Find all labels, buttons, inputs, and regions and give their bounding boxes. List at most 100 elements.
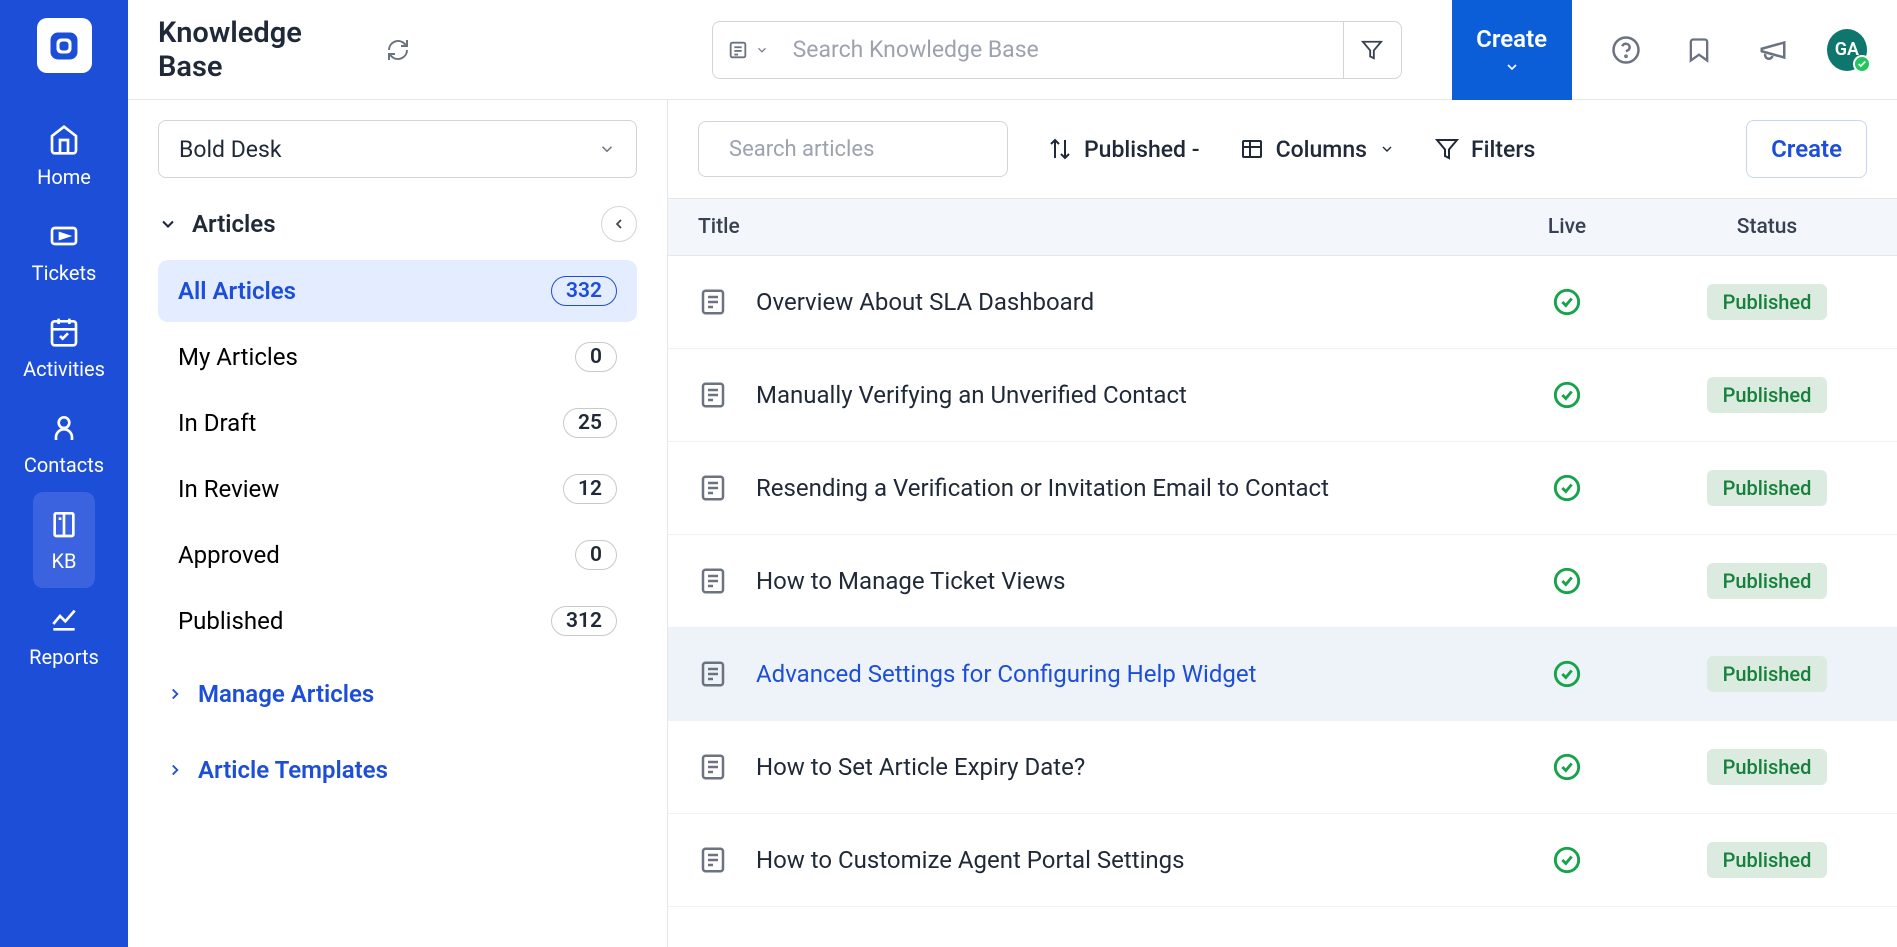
brand-selector[interactable]: Bold Desk [158, 120, 637, 178]
filter-in-review[interactable]: In Review12 [158, 458, 637, 520]
create-button-top[interactable]: Create [1452, 0, 1572, 100]
document-icon [698, 659, 728, 689]
table-row[interactable]: How to Set Article Expiry Date? Publishe… [668, 721, 1897, 814]
article-templates-link[interactable]: Article Templates [158, 732, 637, 808]
filter-label: All Articles [178, 277, 296, 305]
columns-label: Columns [1276, 136, 1367, 163]
document-icon [698, 752, 728, 782]
check-circle-icon [1553, 381, 1581, 409]
nav-tickets[interactable]: Tickets [23, 204, 105, 300]
filter-label: In Review [178, 475, 279, 503]
global-search-filter[interactable] [1343, 22, 1401, 78]
filter-all-articles[interactable]: All Articles332 [158, 260, 637, 322]
global-search [712, 21, 1402, 79]
nav-kb[interactable]: KB [33, 492, 95, 588]
search-type-picker[interactable] [713, 39, 783, 61]
col-status: Status [1667, 215, 1867, 239]
table-row[interactable]: Manually Verifying an Unverified Contact… [668, 349, 1897, 442]
check-circle-icon [1553, 474, 1581, 502]
table-row[interactable]: How to Manage Ticket Views Published [668, 535, 1897, 628]
help-icon[interactable] [1607, 30, 1645, 70]
row-live [1467, 288, 1667, 316]
filter-count: 312 [551, 606, 617, 636]
row-status: Published [1667, 749, 1867, 785]
nav-rail: HomeTicketsActivitiesContacts KB Reports [0, 0, 128, 947]
create-article-button[interactable]: Create [1746, 120, 1867, 178]
manage-articles-label: Manage Articles [198, 680, 374, 708]
table-area: Published - Columns Filters Create Title… [668, 100, 1897, 947]
sort-button[interactable]: Published - [1048, 136, 1200, 163]
nav-activities[interactable]: Activities [23, 300, 105, 396]
manage-articles-link[interactable]: Manage Articles [158, 656, 637, 732]
avatar[interactable]: GA [1827, 29, 1867, 71]
bookmark-icon[interactable] [1680, 30, 1718, 70]
articles-section-title: Articles [192, 210, 276, 238]
check-circle-icon [1553, 753, 1581, 781]
row-title: Overview About SLA Dashboard [756, 288, 1467, 316]
row-title: Advanced Settings for Configuring Help W… [756, 660, 1467, 688]
filter-label: Published [178, 607, 283, 635]
nav-reports[interactable]: Reports [23, 588, 105, 684]
row-status: Published [1667, 656, 1867, 692]
row-live [1467, 474, 1667, 502]
articles-section-header: Articles [158, 206, 637, 242]
filters-label: Filters [1471, 136, 1535, 163]
document-icon [698, 845, 728, 875]
chart-icon [47, 603, 81, 637]
row-title: Manually Verifying an Unverified Contact [756, 381, 1467, 409]
filter-count: 0 [575, 540, 617, 570]
filter-approved[interactable]: Approved0 [158, 524, 637, 586]
status-badge: Published [1707, 470, 1828, 506]
filter-in-draft[interactable]: In Draft25 [158, 392, 637, 454]
nav-label: KB [51, 549, 76, 573]
table-row[interactable]: Advanced Settings for Configuring Help W… [668, 628, 1897, 721]
table-body: Overview About SLA Dashboard Published M… [668, 256, 1897, 947]
search-articles [698, 121, 1008, 177]
global-search-input[interactable] [783, 36, 1343, 63]
filter-my-articles[interactable]: My Articles0 [158, 326, 637, 388]
table-toolbar: Published - Columns Filters Create [668, 100, 1897, 198]
filter-label: My Articles [178, 343, 298, 371]
check-circle-icon [1553, 288, 1581, 316]
row-status: Published [1667, 563, 1867, 599]
row-status: Published [1667, 470, 1867, 506]
filter-list: All Articles332My Articles0In Draft25In … [158, 260, 637, 656]
chevron-down-icon [1379, 141, 1395, 157]
nav-home[interactable]: Home [23, 108, 105, 204]
row-status: Published [1667, 284, 1867, 320]
articles-toggle[interactable]: Articles [158, 210, 276, 238]
announce-icon[interactable] [1753, 30, 1791, 70]
status-online-badge [1853, 55, 1871, 73]
row-title: How to Customize Agent Portal Settings [756, 846, 1467, 874]
nav-label: Reports [29, 645, 99, 669]
columns-button[interactable]: Columns [1240, 136, 1395, 163]
create-top-label: Create [1476, 25, 1547, 53]
row-live [1467, 381, 1667, 409]
search-articles-input[interactable] [729, 137, 1007, 162]
table-row[interactable]: Overview About SLA Dashboard Published [668, 256, 1897, 349]
filter-icon [1435, 137, 1459, 161]
user-icon [47, 411, 81, 445]
document-icon [698, 566, 728, 596]
table-row[interactable]: Resending a Verification or Invitation E… [668, 442, 1897, 535]
refresh-button[interactable] [385, 36, 412, 64]
status-badge: Published [1707, 377, 1828, 413]
sort-label: Published - [1084, 136, 1200, 163]
document-icon [698, 380, 728, 410]
row-live [1467, 846, 1667, 874]
columns-icon [1240, 137, 1264, 161]
table-row[interactable]: How to Customize Agent Portal Settings P… [668, 814, 1897, 907]
row-live [1467, 660, 1667, 688]
collapse-sidebar-button[interactable] [601, 206, 637, 242]
filter-label: In Draft [178, 409, 256, 437]
row-status: Published [1667, 377, 1867, 413]
filters-button[interactable]: Filters [1435, 136, 1535, 163]
nav-contacts[interactable]: Contacts [23, 396, 105, 492]
filter-published[interactable]: Published 312 [158, 590, 637, 652]
status-badge: Published [1707, 842, 1828, 878]
status-badge: Published [1707, 563, 1828, 599]
check-circle-icon [1553, 660, 1581, 688]
top-header: Knowledge Base Create GA [128, 0, 1897, 100]
row-live [1467, 567, 1667, 595]
status-badge: Published [1707, 284, 1828, 320]
